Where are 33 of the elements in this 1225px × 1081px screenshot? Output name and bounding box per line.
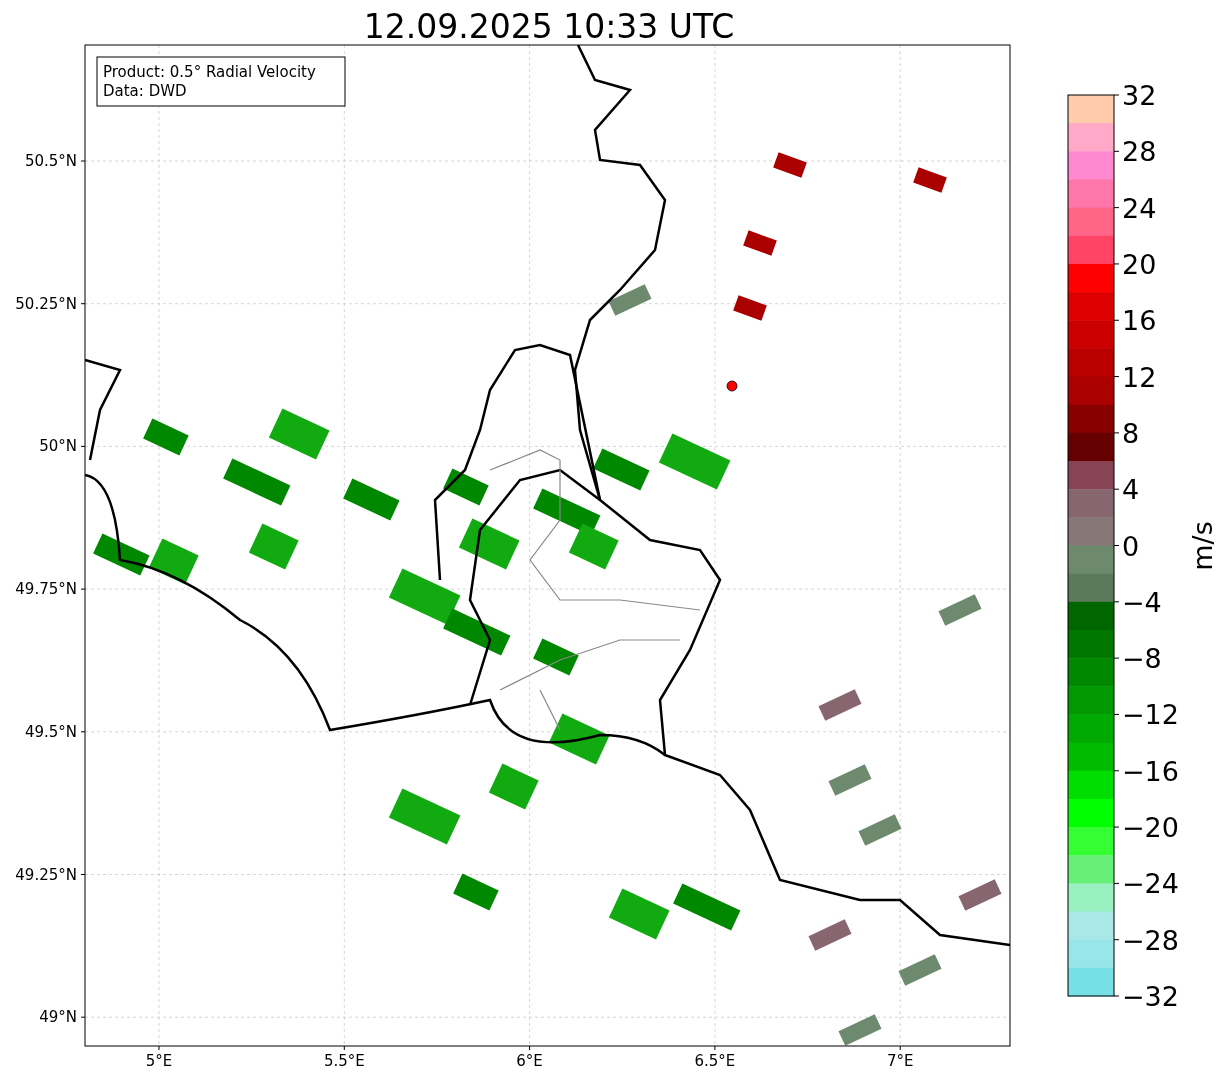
y-tick-label: 50°N (39, 437, 77, 456)
colorbar-tick-label: −16 (1122, 755, 1179, 787)
colorbar-tick-label: −12 (1122, 699, 1179, 731)
colorbar-tick-label: 20 (1122, 248, 1157, 280)
colorbar-tick-label: −28 (1122, 924, 1179, 956)
y-tick-label: 50.5°N (24, 152, 77, 170)
colorbar-label: m/s (1187, 521, 1218, 571)
colorbar-tick-label: −24 (1122, 868, 1179, 900)
y-tick-label: 50.25°N (15, 294, 77, 313)
colorbar-tick-label: 32 (1122, 80, 1157, 111)
colorbar-tick-label: −4 (1122, 586, 1162, 618)
colorbar-tick-label: −8 (1122, 643, 1162, 675)
x-tick-label: 6°E (516, 1052, 543, 1070)
info-box-line: Product: 0.5° Radial Velocity (103, 63, 316, 81)
y-tick-label: 49.5°N (24, 722, 77, 741)
colorbar-tick-label: −32 (1122, 981, 1179, 1012)
info-box-line: Data: DWD (103, 82, 187, 100)
x-tick-label: 7°E (886, 1052, 914, 1070)
colorbar-tick-label: 28 (1122, 136, 1157, 168)
colorbar-tick-label: 0 (1122, 530, 1140, 562)
colorbar-tick-label: 4 (1122, 474, 1140, 506)
x-tick-label: 6.5°E (694, 1052, 736, 1070)
y-tick-label: 49°N (39, 1008, 77, 1027)
y-tick-label: 49.75°N (15, 580, 77, 599)
colorbar-tick-label: −20 (1122, 812, 1179, 844)
chart-title: 12.09.2025 10:33 UTC (363, 7, 735, 46)
colorbar-tick-label: 24 (1122, 192, 1157, 224)
x-tick-label: 5°E (145, 1052, 173, 1070)
colorbar-tick-label: 8 (1122, 417, 1140, 449)
x-tick-label: 5.5°E (323, 1052, 365, 1070)
colorbar-tick-label: 16 (1122, 305, 1157, 337)
y-tick-label: 49.25°N (15, 865, 77, 884)
colorbar-tick-label: 12 (1122, 361, 1157, 393)
